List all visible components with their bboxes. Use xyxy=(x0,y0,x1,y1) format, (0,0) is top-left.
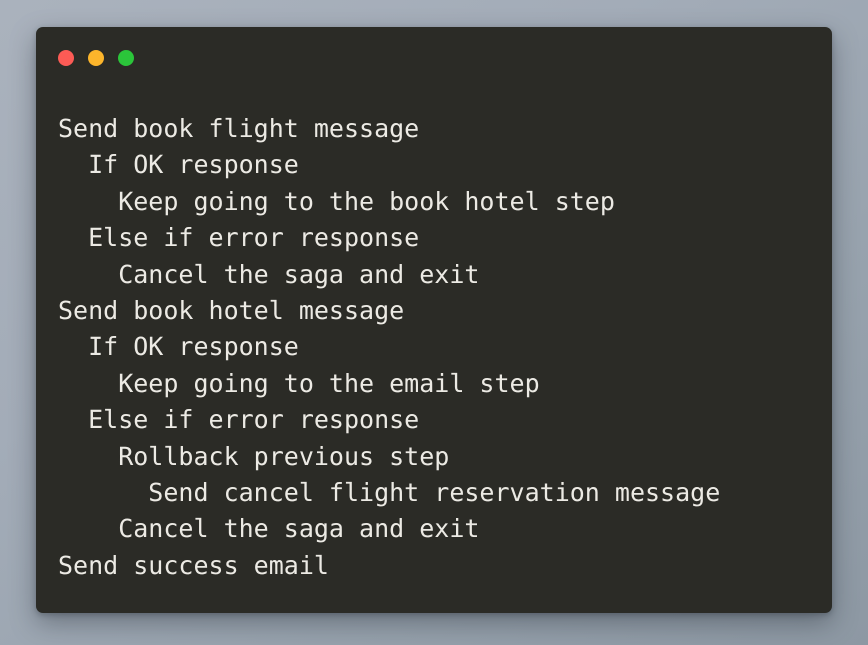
code-line: Send book hotel message xyxy=(58,295,405,325)
code-line: Else if error response xyxy=(58,405,420,435)
code-line: Keep going to the book hotel step xyxy=(58,186,615,216)
code-line: Cancel the saga and exit xyxy=(58,514,480,544)
maximize-button-icon[interactable] xyxy=(118,50,134,66)
code-line: Else if error response xyxy=(58,223,420,253)
code-line: Keep going to the email step xyxy=(58,368,540,398)
pseudocode-block: Send book flight message If OK response … xyxy=(58,111,812,584)
screen: Send book flight message If OK response … xyxy=(0,0,868,645)
terminal-window: Send book flight message If OK response … xyxy=(36,27,832,613)
traffic-lights xyxy=(58,50,134,66)
code-line: If OK response xyxy=(58,332,299,362)
terminal-body[interactable]: Send book flight message If OK response … xyxy=(36,89,832,613)
code-line: If OK response xyxy=(58,150,299,180)
code-line: Send cancel flight reservation message xyxy=(58,477,721,507)
code-line: Send book flight message xyxy=(58,114,420,143)
close-button-icon[interactable] xyxy=(58,50,74,66)
minimize-button-icon[interactable] xyxy=(88,50,104,66)
code-line: Cancel the saga and exit xyxy=(58,259,480,289)
code-line: Rollback previous step xyxy=(58,441,450,471)
window-titlebar[interactable] xyxy=(36,27,832,89)
code-line: Send success email xyxy=(58,550,329,580)
